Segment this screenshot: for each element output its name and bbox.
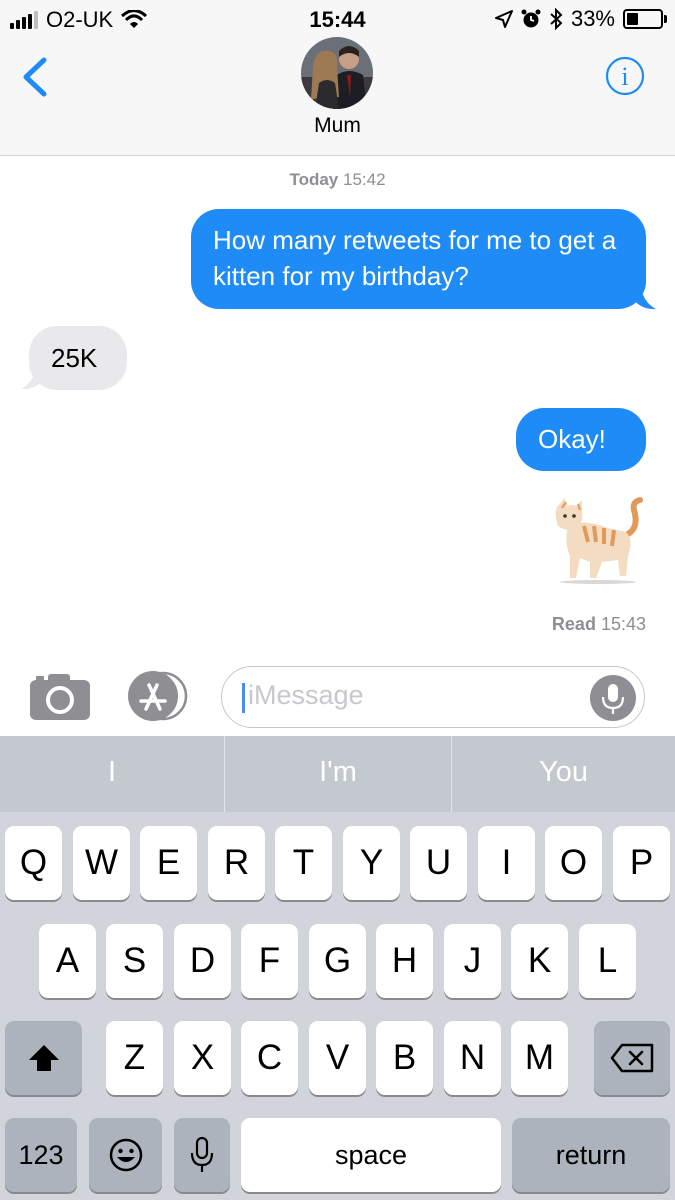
bluetooth-icon (550, 8, 563, 30)
message-bubble-outgoing[interactable]: Okay! (516, 408, 646, 471)
text-caret (242, 683, 245, 713)
status-bar: O2-UK 15:44 33% (0, 0, 675, 38)
key-i[interactable]: I (478, 826, 535, 900)
key-p[interactable]: P (613, 826, 670, 900)
key-x[interactable]: X (174, 1021, 231, 1095)
shift-arrow-icon (28, 1045, 59, 1071)
key-h[interactable]: H (376, 924, 433, 998)
app-store-icon[interactable] (126, 671, 192, 721)
message-bubble-outgoing[interactable]: How many retweets for me to get a kitten… (191, 209, 646, 309)
key-e[interactable]: E (140, 826, 197, 900)
backspace-icon (610, 1043, 654, 1073)
key-f[interactable]: F (241, 924, 298, 998)
key-s[interactable]: S (106, 924, 163, 998)
contact-name[interactable]: Mum (0, 114, 675, 138)
cat-emoji-icon[interactable] (554, 496, 646, 584)
prediction-suggestion[interactable]: I'm (225, 736, 451, 812)
numbers-key[interactable]: 123 (5, 1118, 77, 1192)
message-input-placeholder: iMessage (248, 680, 364, 710)
alarm-icon (521, 9, 541, 28)
location-arrow-icon (494, 10, 513, 28)
contact-avatar[interactable] (301, 37, 373, 109)
prediction-suggestion[interactable]: I (0, 736, 224, 812)
key-g[interactable]: G (309, 924, 366, 998)
key-a[interactable]: A (39, 924, 96, 998)
key-c[interactable]: C (241, 1021, 298, 1095)
key-u[interactable]: U (410, 826, 467, 900)
key-n[interactable]: N (444, 1021, 501, 1095)
read-label: Read (551, 614, 596, 634)
space-key[interactable]: space (241, 1118, 501, 1192)
key-z[interactable]: Z (106, 1021, 163, 1095)
key-j[interactable]: J (444, 924, 501, 998)
key-r[interactable]: R (208, 826, 265, 900)
predictive-bar: I I'm You (0, 736, 675, 812)
camera-icon[interactable] (30, 672, 90, 720)
svg-text:i: i (621, 62, 628, 91)
key-m[interactable]: M (511, 1021, 568, 1095)
key-d[interactable]: D (174, 924, 231, 998)
delete-key[interactable] (594, 1021, 670, 1095)
timestamp-day: Today (289, 170, 339, 189)
return-key[interactable]: return (512, 1118, 670, 1192)
read-time: 15:43 (600, 614, 646, 634)
info-icon[interactable]: i (605, 56, 645, 96)
battery-icon (623, 9, 667, 29)
key-w[interactable]: W (73, 826, 130, 900)
keyboard: I I'm You Q W E R T Y U I O P A S D F G … (0, 736, 675, 1200)
conversation-timestamp: Today 15:42 (0, 170, 675, 190)
prediction-suggestion[interactable]: You (452, 736, 675, 812)
message-input[interactable]: iMessage (221, 666, 645, 728)
emoji-key[interactable] (89, 1118, 162, 1192)
key-o[interactable]: O (545, 826, 602, 900)
key-v[interactable]: V (309, 1021, 366, 1095)
key-k[interactable]: K (511, 924, 568, 998)
microphone-icon (601, 684, 625, 714)
bubble-tail (634, 282, 656, 310)
timestamp-time: 15:42 (343, 170, 386, 189)
battery-percent: 33% (570, 6, 615, 31)
emoji-face-icon (109, 1138, 142, 1172)
key-y[interactable]: Y (343, 826, 400, 900)
key-t[interactable]: T (275, 826, 332, 900)
key-b[interactable]: B (376, 1021, 433, 1095)
key-l[interactable]: L (579, 924, 636, 998)
key-q[interactable]: Q (5, 826, 62, 900)
microphone-icon (190, 1136, 214, 1172)
bubble-tail (21, 362, 43, 390)
back-chevron-icon[interactable] (18, 55, 52, 99)
read-receipt: Read 15:43 (552, 614, 646, 635)
dictation-key[interactable] (174, 1118, 230, 1192)
dictation-button[interactable] (590, 675, 636, 721)
message-bubble-incoming[interactable]: 25K (29, 326, 127, 390)
shift-key[interactable] (5, 1021, 82, 1095)
